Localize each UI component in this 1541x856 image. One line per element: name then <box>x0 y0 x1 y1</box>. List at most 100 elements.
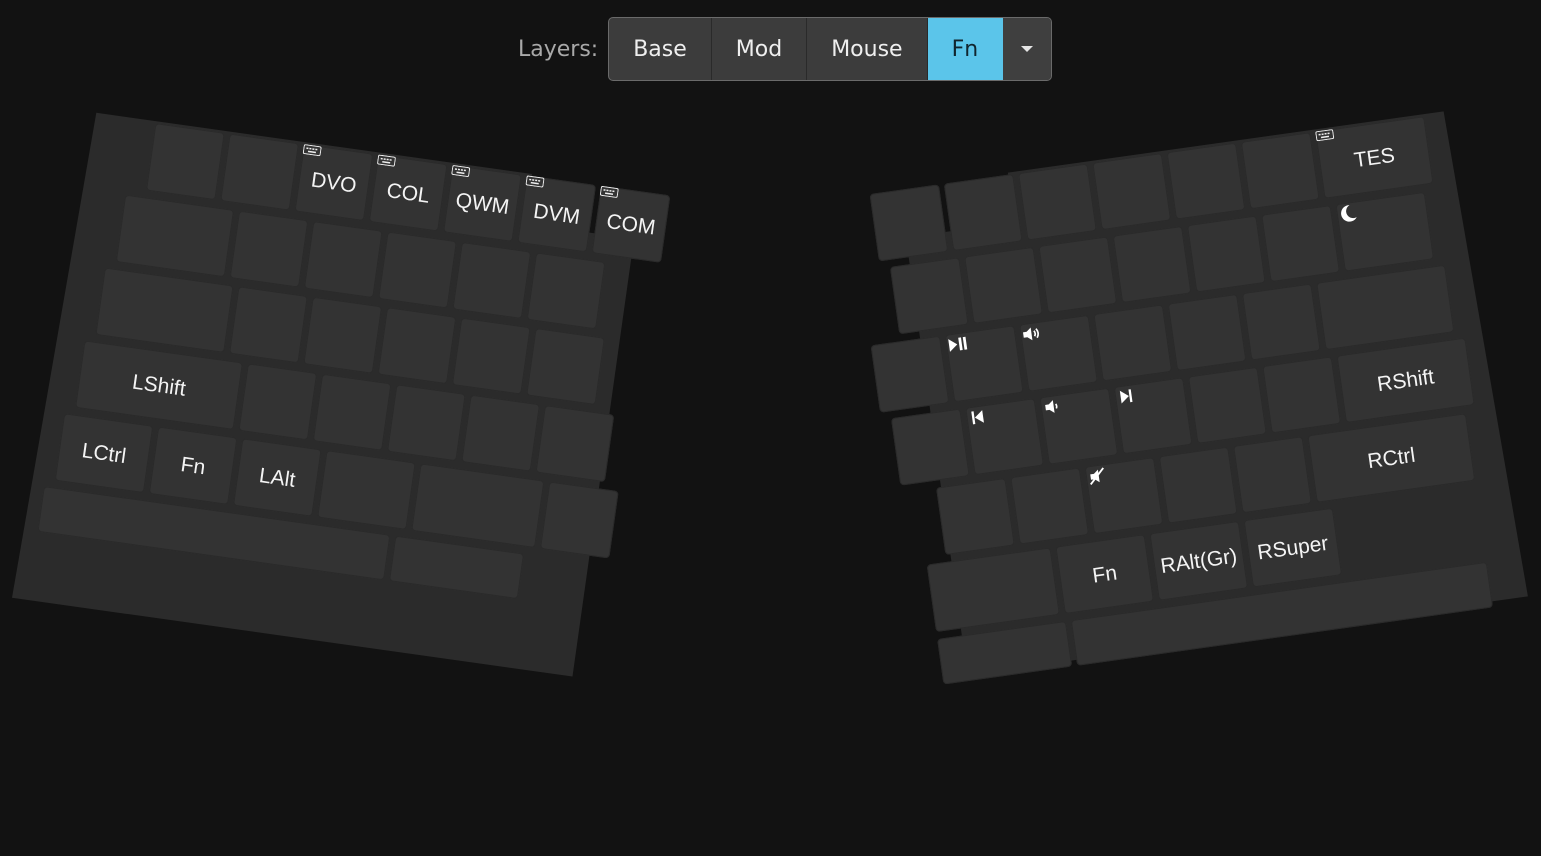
key-label: LShift <box>130 370 188 401</box>
keyboard-icon <box>451 165 471 178</box>
key-previous-track[interactable] <box>965 398 1044 476</box>
key-sleep[interactable] <box>1335 191 1435 272</box>
key-left-r4-5[interactable] <box>461 394 541 472</box>
next-track-icon <box>1119 389 1133 404</box>
keyboard-icon <box>377 154 396 167</box>
key-left-thumb[interactable] <box>388 535 525 600</box>
key-volume-down[interactable] <box>1039 387 1119 465</box>
key-lalt[interactable]: LAlt <box>232 438 322 517</box>
key-next-track[interactable] <box>1113 377 1193 455</box>
key-left-r3-1[interactable] <box>95 267 234 353</box>
layer-button-mod[interactable]: Mod <box>712 18 808 80</box>
chevron-down-icon <box>1021 46 1034 52</box>
key-fn-left[interactable]: Fn <box>148 426 238 505</box>
key-label: COL <box>385 178 432 208</box>
key-left-r2-4[interactable] <box>378 231 457 309</box>
key-right-r2-5[interactable] <box>1186 215 1266 293</box>
key-right-r3-7[interactable] <box>1316 264 1455 351</box>
key-lctrl[interactable]: LCtrl <box>54 413 154 494</box>
key-right-r1-6[interactable] <box>1240 132 1320 210</box>
key-left-r2-3[interactable] <box>303 221 383 299</box>
key-rsuper[interactable]: RSuper <box>1243 507 1343 588</box>
key-label: Fn <box>179 452 207 479</box>
key-label: COM <box>605 209 657 240</box>
key-left-r3-3[interactable] <box>303 296 383 374</box>
play-pause-icon <box>948 336 968 352</box>
key-left-r2-5[interactable] <box>452 241 532 319</box>
key-right-r4-1[interactable] <box>890 408 970 486</box>
volume-down-icon <box>1045 400 1058 413</box>
key-left-r1-2[interactable] <box>220 133 300 211</box>
key-layer-dvm[interactable]: DVM <box>517 175 597 253</box>
layer-dropdown-button[interactable] <box>1003 18 1052 80</box>
key-right-r4-5[interactable] <box>1188 366 1267 444</box>
key-left-r5-4[interactable] <box>317 450 416 530</box>
key-right-r3-1[interactable] <box>870 335 950 413</box>
key-right-r5-5[interactable] <box>1233 436 1312 514</box>
key-right-r2-3[interactable] <box>1038 236 1118 314</box>
key-right-r2-4[interactable] <box>1112 225 1192 303</box>
key-ralt[interactable]: RAlt(Gr) <box>1149 520 1249 601</box>
key-label: RSuper <box>1255 531 1330 564</box>
key-label: TES <box>1352 143 1397 172</box>
key-left-r1-1[interactable] <box>145 123 225 201</box>
key-label: RAlt(Gr) <box>1159 544 1239 578</box>
key-left-r3-5[interactable] <box>451 317 531 395</box>
layer-button-group: Base Mod Mouse Fn <box>608 17 1053 81</box>
key-fn-right[interactable]: Fn <box>1055 534 1154 614</box>
key-left-r3-6[interactable] <box>526 328 605 406</box>
key-right-r2-6[interactable] <box>1261 205 1340 283</box>
key-right-r2-1[interactable] <box>889 257 969 335</box>
key-right-r3-4[interactable] <box>1093 304 1173 382</box>
key-left-r4-2[interactable] <box>238 363 318 441</box>
key-left-r4-6[interactable] <box>535 405 615 483</box>
key-right-r5-2[interactable] <box>1010 467 1090 545</box>
key-right-r1-3[interactable] <box>1018 163 1097 241</box>
key-right-r1-1[interactable] <box>869 184 949 262</box>
key-right-r2-2[interactable] <box>964 246 1043 324</box>
key-layer-com[interactable]: COM <box>591 185 671 263</box>
key-right-r5-1[interactable] <box>936 477 1015 556</box>
key-right-r3-5[interactable] <box>1167 293 1247 371</box>
moon-icon <box>1341 205 1357 222</box>
key-left-r2-2[interactable] <box>229 210 309 288</box>
keyboard-icon <box>1315 129 1335 142</box>
key-left-r4-3[interactable] <box>312 373 392 451</box>
layer-button-fn[interactable]: Fn <box>927 18 1004 80</box>
key-mute[interactable] <box>1084 457 1164 535</box>
key-volume-up[interactable] <box>1019 314 1098 392</box>
key-label: RShift <box>1375 364 1436 396</box>
key-rshift[interactable]: RShift <box>1336 337 1475 423</box>
key-right-r1-5[interactable] <box>1166 142 1246 220</box>
key-layer-tes[interactable]: TES <box>1315 116 1434 199</box>
layer-selector: Layers: Base Mod Mouse Fn <box>518 17 1053 81</box>
key-right-r1-2[interactable] <box>943 173 1023 251</box>
key-right-r5-4[interactable] <box>1158 446 1238 524</box>
key-right-r4-6[interactable] <box>1262 356 1342 434</box>
key-left-r5-6[interactable] <box>539 481 619 559</box>
key-left-r3-4[interactable] <box>377 307 457 385</box>
previous-track-icon <box>971 410 984 425</box>
key-right-thumb[interactable] <box>937 620 1073 685</box>
key-label: LCtrl <box>80 438 128 468</box>
key-right-r6-1[interactable] <box>926 547 1060 633</box>
key-label: LAlt <box>257 463 297 492</box>
key-right-r1-4[interactable] <box>1092 153 1172 231</box>
key-left-r4-4[interactable] <box>386 384 466 462</box>
key-layer-col[interactable]: COL <box>368 154 448 232</box>
key-right-r3-6[interactable] <box>1241 283 1321 361</box>
key-lshift[interactable]: LShift <box>75 340 243 430</box>
layer-button-mouse[interactable]: Mouse <box>807 18 928 80</box>
layer-button-base[interactable]: Base <box>609 18 712 80</box>
key-left-r3-2[interactable] <box>229 286 308 364</box>
key-rctrl[interactable]: RCtrl <box>1307 413 1476 503</box>
mute-icon <box>1090 467 1104 486</box>
key-play-pause[interactable] <box>944 325 1024 403</box>
key-layer-dvo[interactable]: DVO <box>294 143 374 222</box>
key-left-r2-6[interactable] <box>526 252 606 330</box>
key-label: RCtrl <box>1366 443 1417 473</box>
key-left-r2-1[interactable] <box>115 194 235 278</box>
key-label: DVO <box>309 167 359 198</box>
key-left-r5-5[interactable] <box>411 463 545 549</box>
key-layer-qwm[interactable]: QWM <box>443 164 522 242</box>
